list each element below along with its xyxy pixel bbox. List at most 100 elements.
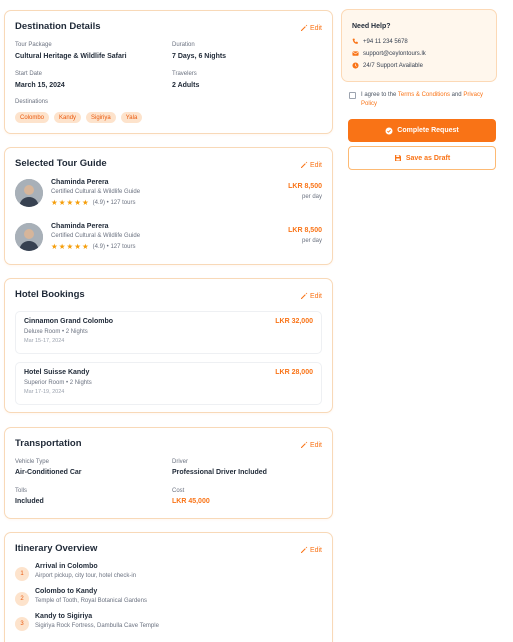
star-icon: ★ bbox=[81, 198, 89, 207]
tolls-value: Included bbox=[15, 498, 44, 505]
vehicle-value: Air-Conditioned Car bbox=[15, 469, 82, 476]
edit-icon bbox=[300, 292, 308, 299]
star-icon: ★ bbox=[58, 242, 66, 251]
duration-label: Duration bbox=[172, 42, 195, 48]
driver-value: Professional Driver Included bbox=[172, 469, 267, 476]
edit-label: Edit bbox=[309, 24, 322, 32]
guide-rating: ★ ★ ★ ★ ★ (4.9) • 127 tours bbox=[51, 199, 135, 207]
star-icon: ★ bbox=[51, 198, 58, 207]
duration-value: 7 Days, 6 Nights bbox=[172, 53, 227, 60]
itinerary-edit-button[interactable]: Edit bbox=[300, 546, 322, 554]
hotel-item[interactable]: Cinnamon Grand Colombo Deluxe Room • 2 N… bbox=[15, 311, 322, 354]
star-icon: ★ bbox=[66, 242, 74, 251]
terms-checkbox[interactable] bbox=[349, 92, 356, 99]
guide-price-unit: per day bbox=[301, 194, 322, 200]
destination-chip: Colombo bbox=[15, 112, 50, 123]
terms-and: and bbox=[449, 92, 464, 98]
complete-request-button[interactable]: Complete Request bbox=[348, 119, 496, 142]
step-number: 3 bbox=[15, 617, 29, 631]
save-draft-label: Save as Draft bbox=[405, 154, 451, 162]
edit-icon bbox=[300, 24, 308, 31]
guide-price: LKR 8,500 bbox=[288, 227, 322, 234]
edit-label: Edit bbox=[309, 161, 322, 169]
destination-chip: Sigiriya bbox=[86, 112, 116, 123]
edit-icon bbox=[300, 161, 308, 168]
step-title: Colombo to Kandy bbox=[35, 588, 98, 595]
hotel-item[interactable]: Hotel Suisse Kandy Superior Room • 2 Nig… bbox=[15, 362, 322, 405]
hotel-price: LKR 28,000 bbox=[275, 369, 313, 376]
hotel-name: Hotel Suisse Kandy bbox=[24, 369, 90, 376]
phone-icon bbox=[352, 38, 358, 44]
transport-title: Transportation bbox=[15, 438, 82, 449]
hotel-dates: Mar 15-17, 2024 bbox=[24, 338, 65, 344]
destination-edit-button[interactable]: Edit bbox=[300, 24, 322, 32]
tolls-label: Tolls bbox=[15, 488, 28, 494]
guide-card: Selected Tour Guide Edit Chaminda Perera… bbox=[4, 147, 333, 265]
guide-item[interactable]: Chaminda Perera Certified Cultural & Wil… bbox=[15, 223, 322, 259]
package-value: Cultural Heritage & Wildlife Safari bbox=[15, 53, 127, 60]
terms-prefix: I agree to the bbox=[361, 92, 398, 98]
help-phone[interactable]: +94 11 234 5678 bbox=[352, 38, 408, 45]
star-icon: ★ bbox=[66, 198, 74, 207]
check-circle-icon bbox=[385, 127, 393, 134]
destination-chip: Kandy bbox=[54, 112, 82, 123]
rating-text: (4.9) • 127 tours bbox=[92, 243, 136, 250]
package-label: Tour Package bbox=[15, 42, 52, 48]
step-title: Kandy to Sigiriya bbox=[35, 613, 93, 620]
itinerary-card: Itinerary Overview Edit 1 Arrival in Col… bbox=[4, 532, 333, 642]
terms-link[interactable]: Terms & Conditions bbox=[398, 92, 450, 98]
step-title: Arrival in Colombo bbox=[35, 563, 98, 570]
itinerary-step: 2 Colombo to Kandy Temple of Tooth, Roya… bbox=[15, 588, 322, 612]
help-card: Need Help? +94 11 234 5678 support@ceylo… bbox=[341, 9, 497, 82]
vehicle-label: Vehicle Type bbox=[15, 459, 49, 465]
hotel-room: Superior Room • 2 Nights bbox=[24, 380, 92, 386]
hotel-card: Hotel Bookings Edit Cinnamon Grand Colom… bbox=[4, 278, 333, 413]
avatar bbox=[15, 179, 43, 207]
step-number: 1 bbox=[15, 567, 29, 581]
guide-price-unit: per day bbox=[301, 238, 322, 244]
complete-request-label: Complete Request bbox=[397, 127, 459, 134]
step-description: Airport pickup, city tour, hotel check-i… bbox=[35, 573, 137, 579]
star-icon: ★ bbox=[81, 242, 89, 251]
star-icon: ★ bbox=[58, 198, 66, 207]
edit-icon bbox=[300, 546, 308, 553]
guide-description: Certified Cultural & Wildlife Guide bbox=[51, 189, 141, 195]
destination-card: Destination Details Edit Tour Package Cu… bbox=[4, 10, 333, 134]
help-email[interactable]: support@ceylontours.lk bbox=[352, 50, 426, 57]
star-icon: ★ bbox=[74, 242, 81, 251]
travelers-label: Travelers bbox=[172, 71, 197, 77]
start-date-value: March 15, 2024 bbox=[15, 82, 65, 89]
destination-title: Destination Details bbox=[15, 21, 101, 32]
edit-label: Edit bbox=[309, 546, 322, 554]
hotel-title: Hotel Bookings bbox=[15, 289, 85, 300]
guide-item[interactable]: Chaminda Perera Certified Cultural & Wil… bbox=[15, 179, 322, 215]
itinerary-step: 3 Kandy to Sigiriya Sigiriya Rock Fortre… bbox=[15, 613, 322, 637]
hotel-price: LKR 32,000 bbox=[275, 318, 313, 325]
hotel-name: Cinnamon Grand Colombo bbox=[24, 318, 114, 325]
star-icon: ★ bbox=[51, 242, 58, 251]
help-email-text: support@ceylontours.lk bbox=[363, 50, 426, 57]
help-support-text: 24/7 Support Available bbox=[363, 62, 423, 69]
hotel-edit-button[interactable]: Edit bbox=[300, 292, 322, 300]
travelers-value: 2 Adults bbox=[172, 82, 200, 89]
rating-text: (4.9) • 127 tours bbox=[92, 199, 136, 206]
itinerary-title: Itinerary Overview bbox=[15, 543, 98, 554]
save-draft-button[interactable]: Save as Draft bbox=[348, 146, 496, 170]
edit-label: Edit bbox=[309, 441, 322, 449]
clock-icon bbox=[352, 62, 359, 69]
transport-edit-button[interactable]: Edit bbox=[300, 441, 322, 449]
cost-label: Cost bbox=[172, 488, 185, 494]
step-description: Sigiriya Rock Fortress, Dambulla Cave Te… bbox=[35, 623, 159, 629]
destinations-label: Destinations bbox=[15, 99, 49, 105]
guide-edit-button[interactable]: Edit bbox=[300, 161, 322, 169]
guide-name: Chaminda Perera bbox=[51, 223, 109, 230]
edit-label: Edit bbox=[309, 292, 322, 300]
guide-name: Chaminda Perera bbox=[51, 179, 109, 186]
cost-value: LKR 45,000 bbox=[172, 498, 210, 505]
hotel-dates: Mar 17-19, 2024 bbox=[24, 389, 65, 395]
guide-title: Selected Tour Guide bbox=[15, 158, 107, 169]
driver-label: Driver bbox=[172, 459, 188, 465]
destination-chip: Yala bbox=[120, 112, 143, 123]
itinerary-step: 1 Arrival in Colombo Airport pickup, cit… bbox=[15, 563, 322, 587]
destination-chips: Colombo Kandy Sigiriya Yala bbox=[15, 112, 143, 123]
